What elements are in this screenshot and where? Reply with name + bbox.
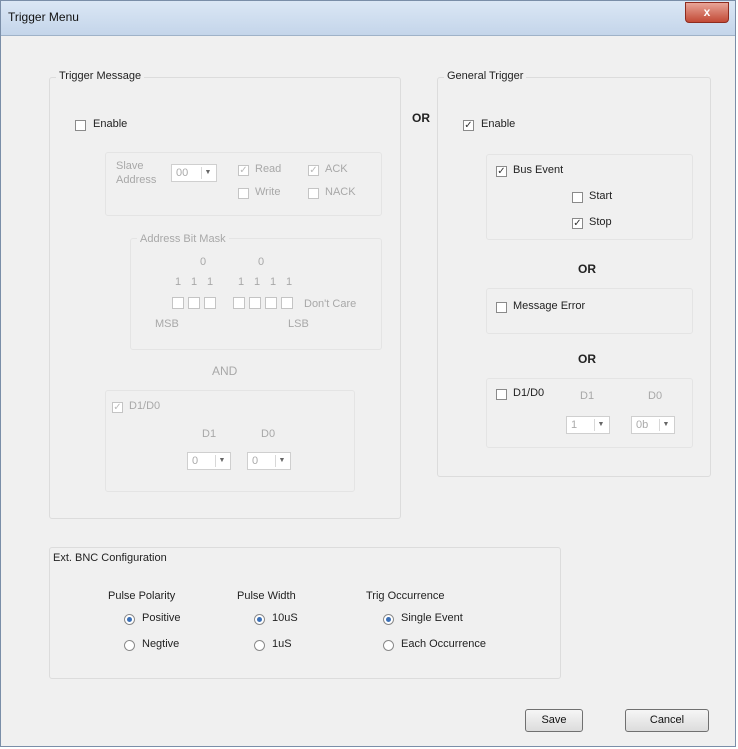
tm-d1d0-checkbox[interactable]: ✓ — [112, 402, 123, 413]
read-label: Read — [255, 163, 282, 175]
tm-enable-checkbox[interactable] — [75, 120, 86, 131]
nack-checkbox[interactable] — [308, 188, 319, 199]
trigger-message-group: Trigger Message Enable Slave Address 00 … — [49, 70, 401, 519]
mask-one: 1 — [254, 276, 261, 288]
tm-d0-select[interactable]: 0 ▼ — [247, 452, 291, 470]
write-checkbox[interactable] — [238, 188, 249, 199]
mask-bit-checkbox[interactable] — [281, 297, 293, 309]
bnc-config-label: Ext. BNC Configuration — [50, 552, 170, 564]
read-checkbox[interactable]: ✓ — [238, 165, 249, 176]
trigger-menu-window: Trigger Menu x Trigger Message Enable Sl… — [0, 0, 736, 747]
slave-address-select[interactable]: 00 ▼ — [171, 164, 217, 182]
and-label: AND — [212, 364, 238, 378]
bus-event-checkbox[interactable]: ✓ — [496, 166, 507, 177]
chevron-down-icon: ▼ — [275, 455, 288, 467]
mask-one: 1 — [238, 276, 245, 288]
stop-label: Stop — [589, 216, 612, 228]
chevron-down-icon: ▼ — [201, 167, 214, 179]
trig-occurrence-label: Trig Occurrence — [366, 590, 445, 602]
chevron-down-icon: ▼ — [659, 419, 672, 431]
tm-d0-label: D0 — [261, 428, 276, 440]
bnc-config-group: Ext. BNC Configuration Pulse Polarity Po… — [49, 547, 561, 679]
msb-label: MSB — [155, 318, 179, 330]
negative-label: Negtive — [142, 638, 180, 650]
mask-zero-2: 0 — [258, 256, 265, 268]
mask-bit-checkbox[interactable] — [265, 297, 277, 309]
dont-care-label: Don't Care — [304, 298, 357, 310]
message-error-label: Message Error — [513, 300, 586, 312]
close-icon: x — [703, 5, 711, 19]
general-trigger-group: General Trigger ✓ Enable ✓ Bus Event Sta… — [437, 70, 711, 477]
mask-bit-checkbox[interactable] — [233, 297, 245, 309]
mask-one: 1 — [207, 276, 214, 288]
stop-checkbox[interactable]: ✓ — [572, 218, 583, 229]
positive-radio[interactable] — [124, 614, 135, 625]
tm-d1d0-label: D1/D0 — [129, 400, 161, 412]
gt-enable-checkbox[interactable]: ✓ — [463, 120, 474, 131]
each-occurrence-label: Each Occurrence — [401, 638, 486, 650]
gt-d1-select[interactable]: 1 ▼ — [566, 416, 610, 434]
start-label: Start — [589, 190, 613, 202]
gt-d1-label: D1 — [580, 390, 595, 402]
gt-enable-label: Enable — [481, 118, 516, 130]
title-bar: Trigger Menu x — [1, 1, 735, 36]
nack-label: NACK — [325, 186, 356, 198]
single-event-radio[interactable] — [383, 614, 394, 625]
gt-d0-label: D0 — [648, 390, 663, 402]
bus-event-label: Bus Event — [513, 164, 564, 176]
positive-label: Positive — [142, 612, 181, 624]
mask-bit-checkbox[interactable] — [172, 297, 184, 309]
mask-zero-1: 0 — [200, 256, 207, 268]
window-title: Trigger Menu — [8, 10, 79, 24]
trigger-message-label: Trigger Message — [56, 70, 145, 82]
save-button[interactable]: Save — [525, 709, 583, 732]
or-label: OR — [412, 111, 430, 125]
10us-radio[interactable] — [254, 614, 265, 625]
gt-or-2: OR — [578, 352, 596, 366]
mask-one: 1 — [175, 276, 182, 288]
cancel-button[interactable]: Cancel — [625, 709, 709, 732]
address-bit-mask-group: Address Bit Mask — [130, 233, 382, 350]
general-trigger-label: General Trigger — [444, 70, 527, 82]
ack-label: ACK — [325, 163, 348, 175]
1us-radio[interactable] — [254, 640, 265, 651]
tm-d1-label: D1 — [202, 428, 217, 440]
gt-d1d0-checkbox[interactable] — [496, 389, 507, 400]
message-error-checkbox[interactable] — [496, 302, 507, 313]
negative-radio[interactable] — [124, 640, 135, 651]
start-checkbox[interactable] — [572, 192, 583, 203]
slave-address-label: Slave Address — [116, 160, 157, 186]
mask-one: 1 — [270, 276, 277, 288]
chevron-down-icon: ▼ — [594, 419, 607, 431]
gt-d1d0-label: D1/D0 — [513, 387, 545, 399]
1us-label: 1uS — [272, 638, 292, 650]
address-bit-mask-label: Address Bit Mask — [137, 233, 229, 245]
write-label: Write — [255, 186, 281, 198]
gt-d0-select[interactable]: 0b ▼ — [631, 416, 675, 434]
ack-checkbox[interactable]: ✓ — [308, 165, 319, 176]
dialog-client: Trigger Message Enable Slave Address 00 … — [9, 41, 729, 741]
mask-one: 1 — [191, 276, 198, 288]
tm-d1-select[interactable]: 0 ▼ — [187, 452, 231, 470]
lsb-label: LSB — [288, 318, 309, 330]
mask-bit-checkbox[interactable] — [204, 297, 216, 309]
tm-enable-label: Enable — [93, 118, 128, 130]
pulse-polarity-label: Pulse Polarity — [108, 590, 176, 602]
mask-bit-checkbox[interactable] — [249, 297, 261, 309]
single-event-label: Single Event — [401, 612, 463, 624]
mask-bit-checkbox[interactable] — [188, 297, 200, 309]
gt-or-1: OR — [578, 262, 596, 276]
each-occurrence-radio[interactable] — [383, 640, 394, 651]
chevron-down-icon: ▼ — [215, 455, 228, 467]
close-button[interactable]: x — [685, 2, 729, 23]
10us-label: 10uS — [272, 612, 298, 624]
mask-one: 1 — [286, 276, 293, 288]
pulse-width-label: Pulse Width — [237, 590, 296, 602]
